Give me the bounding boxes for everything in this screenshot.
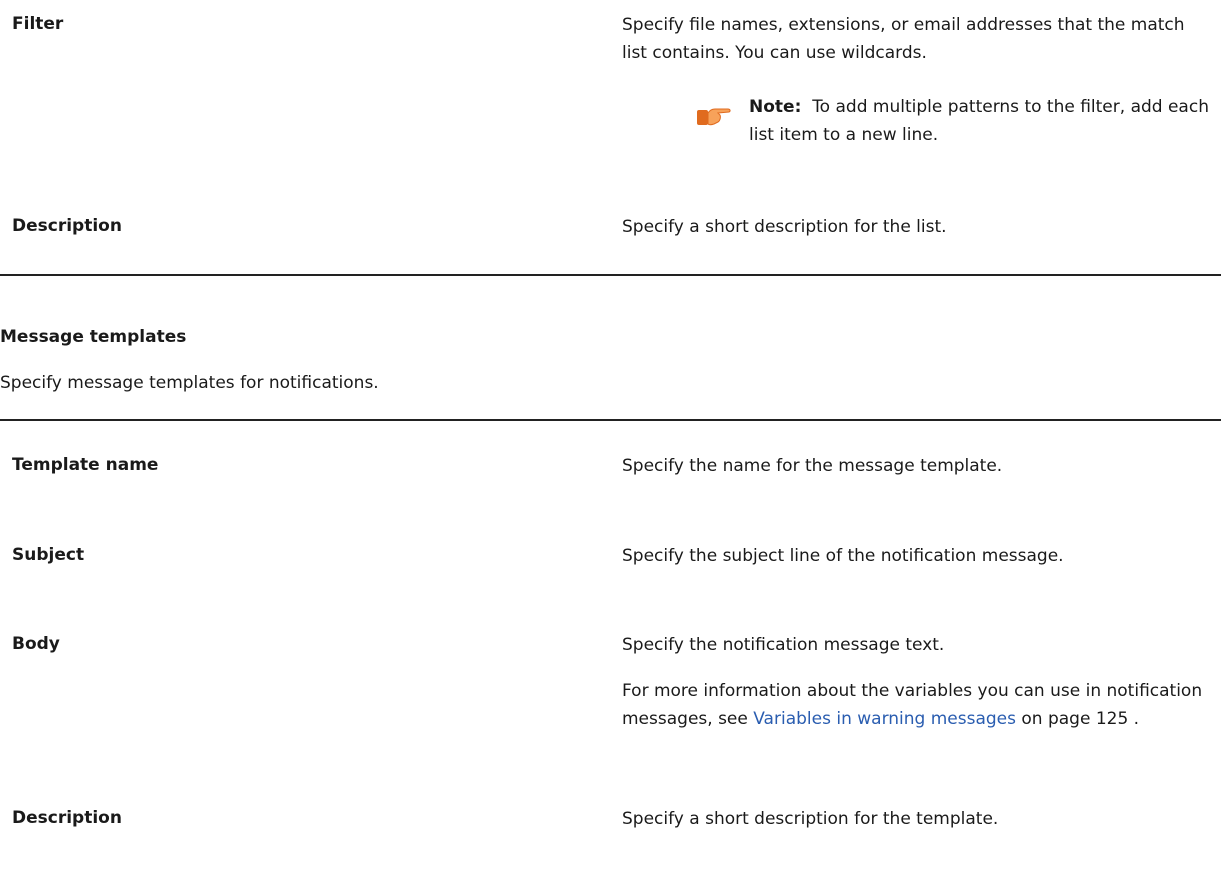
section-intro: Specify message templates for notificati… — [0, 373, 379, 393]
term-filter: Filter — [12, 14, 64, 34]
term-template-name: Template name — [12, 455, 159, 475]
term-description-list: Description — [12, 216, 122, 236]
desc-subject: Specify the subject line of the notifica… — [622, 546, 1064, 566]
pointing-hand-icon — [697, 108, 731, 126]
variables-link[interactable]: Variables in warning messages — [753, 709, 1016, 729]
table-rule-top — [0, 419, 1221, 421]
note-label: Note: — [749, 97, 802, 117]
term-description-template: Description — [12, 808, 122, 828]
note-text: To add multiple patterns to the filter, … — [749, 97, 1209, 145]
body-more-info: For more information about the variables… — [622, 677, 1214, 733]
desc-filter: Specify file names, extensions, or email… — [622, 15, 1185, 63]
term-body: Body — [12, 634, 60, 654]
desc-template-name: Specify the name for the message templat… — [622, 456, 1003, 476]
desc-body: Specify the notification message text. — [622, 635, 945, 655]
section-title: Message templates — [0, 327, 187, 347]
table-rule-bottom — [0, 274, 1221, 276]
note: Note: To add multiple patterns to the fi… — [749, 93, 1209, 149]
more-suffix: on page 125 . — [1015, 709, 1140, 729]
desc-description-template: Specify a short description for the temp… — [622, 809, 999, 829]
term-subject: Subject — [12, 545, 85, 565]
desc-description-list: Specify a short description for the list… — [622, 217, 947, 237]
